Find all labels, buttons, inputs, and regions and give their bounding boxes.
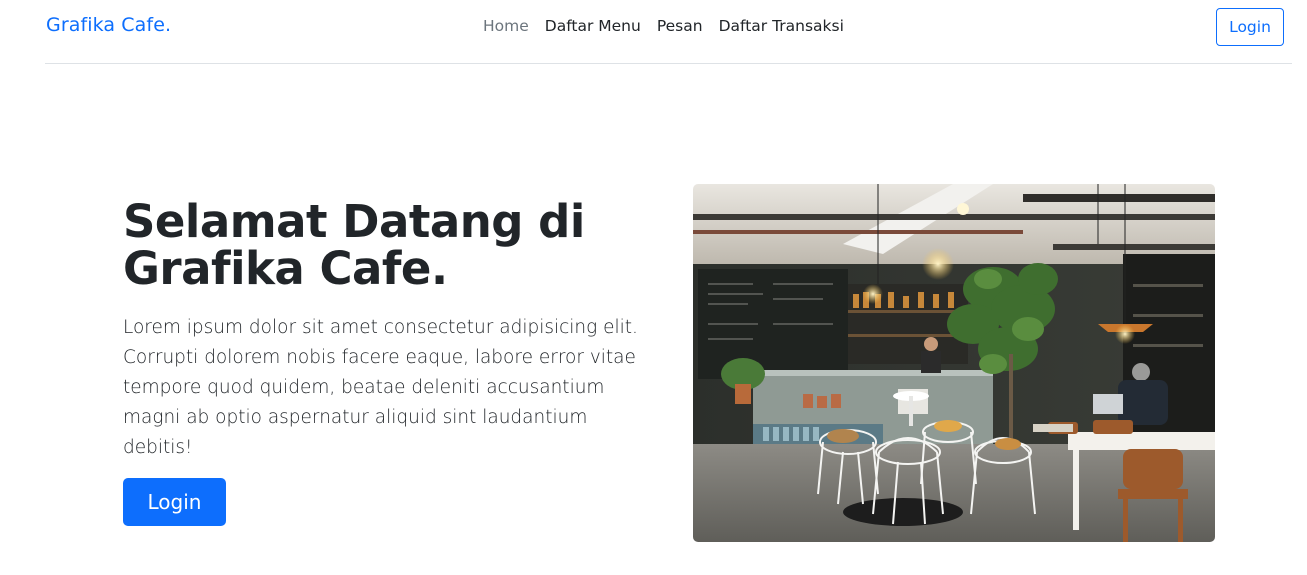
- nav-link-pesan[interactable]: Pesan: [657, 17, 703, 35]
- hero-description: Lorem ipsum dolor sit amet consectetur a…: [123, 317, 638, 458]
- nav-link-daftar-menu[interactable]: Daftar Menu: [545, 17, 641, 35]
- nav-links: Home Daftar Menu Pesan Daftar Transaksi: [483, 17, 844, 35]
- navbar-login-button[interactable]: Login: [1216, 8, 1284, 46]
- hero-title: Selamat Datang di Grafika Cafe.: [123, 198, 643, 292]
- hero-title-line-1: Selamat Datang di: [123, 195, 585, 248]
- nav-link-home[interactable]: Home: [483, 17, 529, 35]
- nav-link-daftar-transaksi[interactable]: Daftar Transaksi: [719, 17, 844, 35]
- navbar: Grafika Cafe. Home Daftar Menu Pesan Daf…: [0, 0, 1307, 64]
- hero-title-line-2: Grafika Cafe.: [123, 242, 448, 295]
- cafe-interior-image: [693, 184, 1215, 542]
- brand-logo-link[interactable]: Grafika Cafe.: [46, 14, 171, 36]
- hero-login-button[interactable]: Login: [123, 478, 226, 526]
- navbar-divider: [45, 63, 1292, 64]
